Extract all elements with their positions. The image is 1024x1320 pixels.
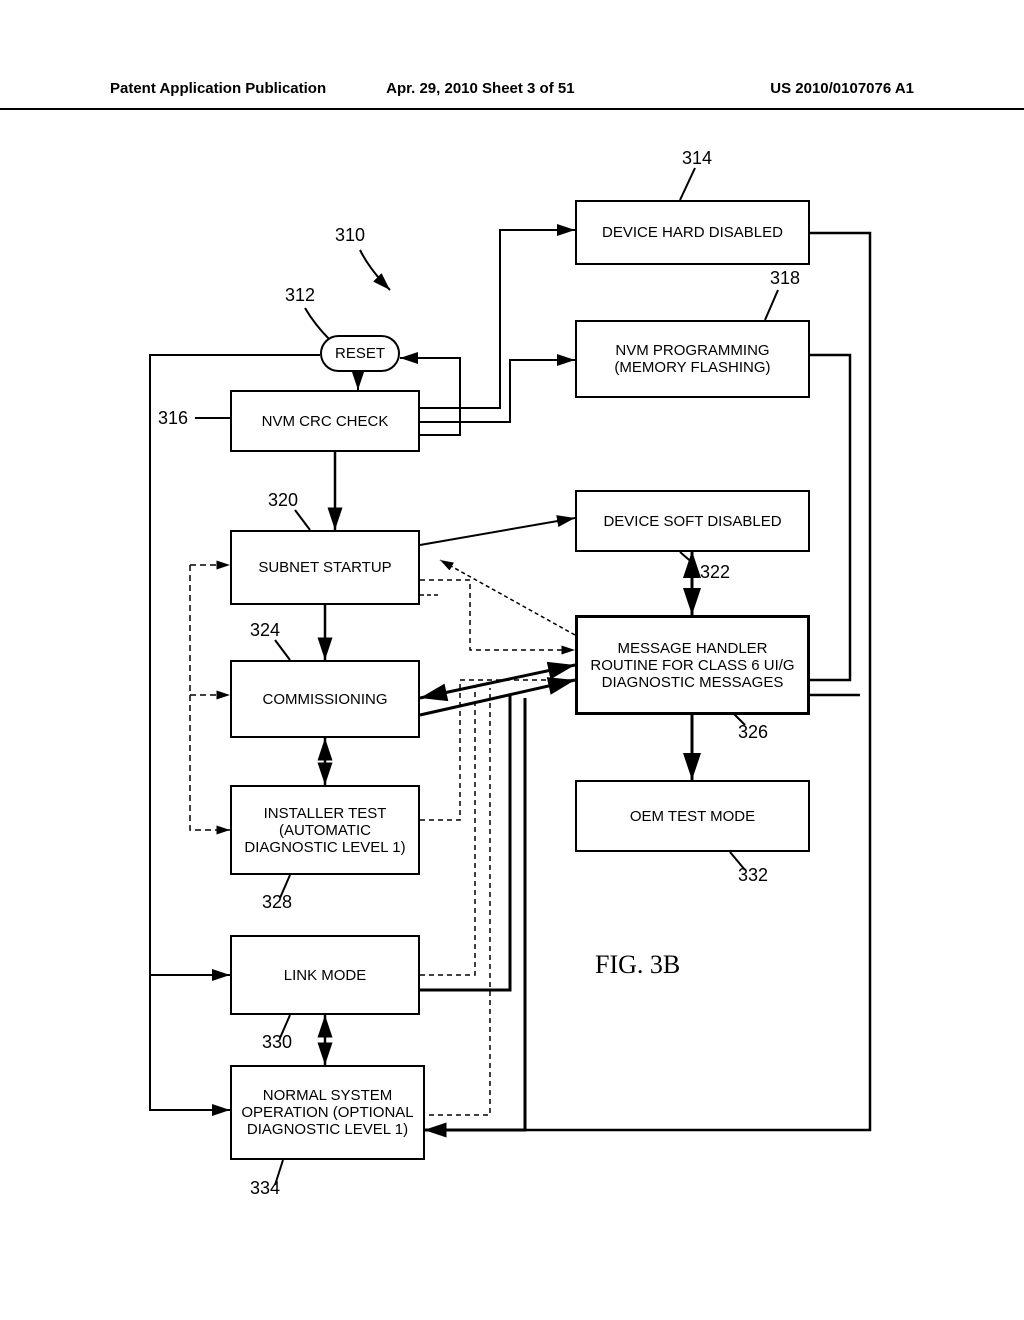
ref-314: 314 — [682, 148, 712, 169]
ref-328: 328 — [262, 892, 292, 913]
box-device-hard-disabled: DEVICE HARD DISABLED — [575, 200, 810, 265]
box-314-label: DEVICE HARD DISABLED — [602, 224, 783, 241]
diagram-area: RESET DEVICE HARD DISABLED NVM CRC CHECK… — [0, 140, 1024, 1280]
ref-332: 332 — [738, 865, 768, 886]
figure-label: FIG. 3B — [595, 950, 680, 980]
ref-324: 324 — [250, 620, 280, 641]
box-oem-test-mode: OEM TEST MODE — [575, 780, 810, 852]
box-normal-system-op: NORMAL SYSTEM OPERATION (OPTIONAL DIAGNO… — [230, 1065, 425, 1160]
box-message-handler: MESSAGE HANDLER ROUTINE FOR CLASS 6 UI/G… — [575, 615, 810, 715]
box-316-label: NVM CRC CHECK — [262, 413, 389, 430]
box-reset: RESET — [320, 335, 400, 372]
box-installer-test: INSTALLER TEST (AUTOMATIC DIAGNOSTIC LEV… — [230, 785, 420, 875]
header-doc-number: US 2010/0107076 A1 — [770, 80, 914, 108]
box-318-label: NVM PROGRAMMING (MEMORY FLASHING) — [583, 342, 802, 376]
ref-318: 318 — [770, 268, 800, 289]
box-nvm-programming: NVM PROGRAMMING (MEMORY FLASHING) — [575, 320, 810, 398]
ref-330: 330 — [262, 1032, 292, 1053]
ref-334: 334 — [250, 1178, 280, 1199]
header-publication: Patent Application Publication — [110, 80, 326, 108]
box-324-label: COMMISSIONING — [262, 691, 387, 708]
box-328-label: INSTALLER TEST (AUTOMATIC DIAGNOSTIC LEV… — [238, 805, 412, 856]
box-326-label: MESSAGE HANDLER ROUTINE FOR CLASS 6 UI/G… — [584, 640, 801, 691]
box-subnet-startup: SUBNET STARTUP — [230, 530, 420, 605]
header-date-sheet: Apr. 29, 2010 Sheet 3 of 51 — [326, 80, 770, 108]
box-332-label: OEM TEST MODE — [630, 808, 755, 825]
page-header: Patent Application Publication Apr. 29, … — [0, 80, 1024, 110]
box-link-mode: LINK MODE — [230, 935, 420, 1015]
ref-326: 326 — [738, 722, 768, 743]
box-device-soft-disabled: DEVICE SOFT DISABLED — [575, 490, 810, 552]
box-320-label: SUBNET STARTUP — [258, 559, 391, 576]
ref-310: 310 — [335, 225, 365, 246]
box-commissioning: COMMISSIONING — [230, 660, 420, 738]
ref-312: 312 — [285, 285, 315, 306]
ref-316: 316 — [158, 408, 188, 429]
ref-320: 320 — [268, 490, 298, 511]
box-330-label: LINK MODE — [284, 967, 367, 984]
box-334-label: NORMAL SYSTEM OPERATION (OPTIONAL DIAGNO… — [238, 1087, 417, 1138]
connector-lines — [0, 140, 1024, 1280]
box-322-label: DEVICE SOFT DISABLED — [603, 513, 781, 530]
box-nvm-crc-check: NVM CRC CHECK — [230, 390, 420, 452]
ref-322: 322 — [700, 562, 730, 583]
box-reset-label: RESET — [335, 345, 385, 362]
